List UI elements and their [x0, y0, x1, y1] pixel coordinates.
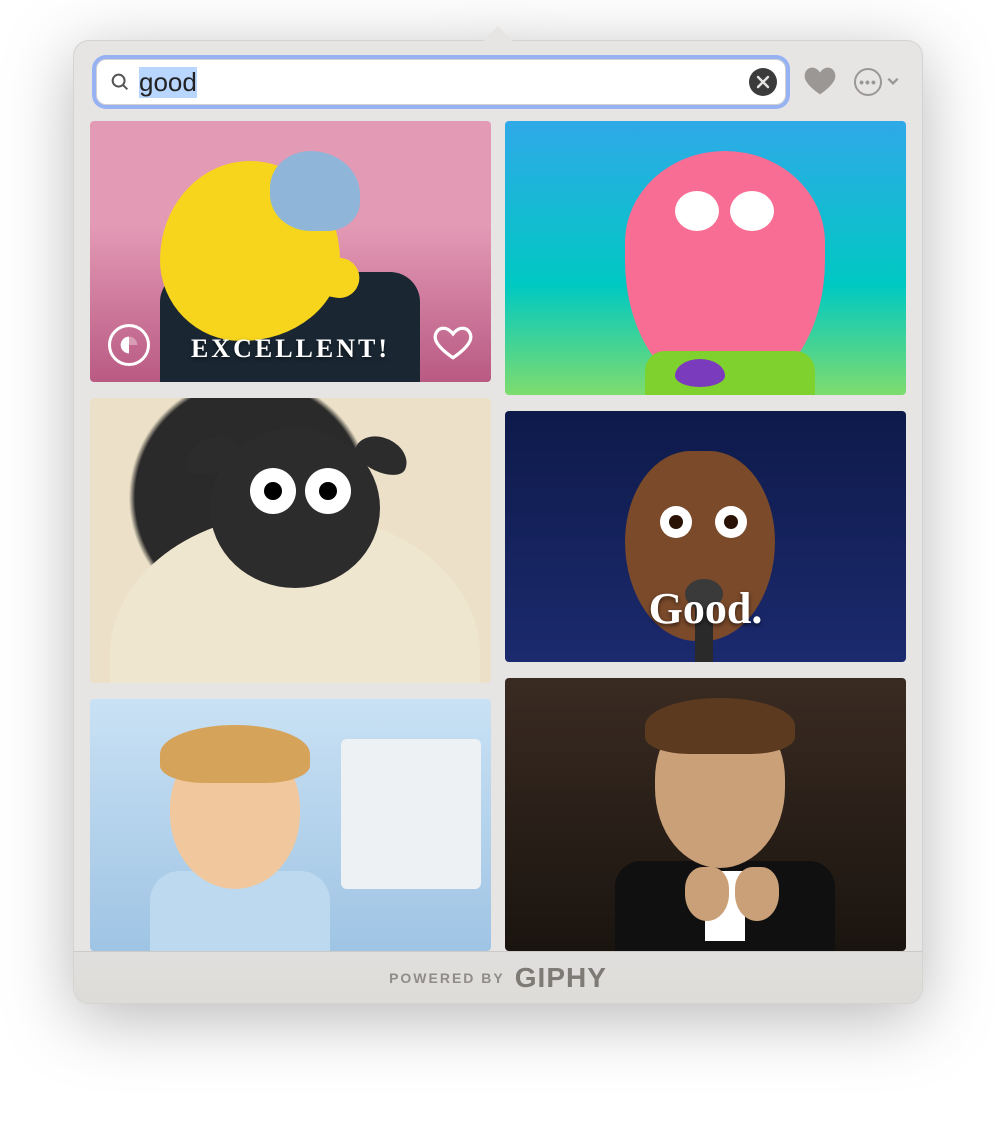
more-menu-button[interactable]: ••• [854, 68, 900, 96]
results-column-right: Good. [505, 121, 906, 951]
gif-caption: Good. [505, 583, 906, 634]
gif-tile[interactable]: Excellent! [90, 121, 491, 382]
ellipsis-icon: ••• [854, 68, 882, 96]
gif-tile[interactable] [90, 398, 491, 683]
close-icon [756, 75, 770, 89]
gif-tile[interactable] [90, 699, 491, 951]
footer-powered-by-label: POWERED BY [389, 970, 505, 986]
footer-attribution: POWERED BY GIPHY [74, 951, 922, 1003]
clear-search-button[interactable] [749, 68, 777, 96]
search-icon [109, 71, 131, 93]
search-field[interactable] [96, 59, 786, 105]
favorite-tile-button[interactable] [433, 325, 473, 366]
favorites-button[interactable] [804, 66, 836, 99]
heart-icon [804, 66, 836, 99]
chevron-down-icon [886, 74, 900, 91]
search-input[interactable] [131, 67, 749, 98]
gif-picker-popover: ••• Excellent! Good. POWERED BY GIPHY [73, 40, 923, 1004]
gif-tile[interactable]: Good. [505, 411, 906, 662]
gif-caption: Excellent! [90, 334, 491, 364]
popover-arrow [482, 26, 514, 42]
gif-tile[interactable] [505, 678, 906, 951]
footer-provider-logo: GIPHY [515, 962, 607, 994]
gif-tile[interactable] [505, 121, 906, 395]
top-bar: ••• [74, 41, 922, 121]
recent-icon[interactable] [108, 324, 150, 366]
popover-body: ••• Excellent! Good. POWERED BY GIPHY [73, 40, 923, 1004]
results-column-left: Excellent! [90, 121, 491, 951]
results-grid: Excellent! Good. [74, 121, 922, 951]
